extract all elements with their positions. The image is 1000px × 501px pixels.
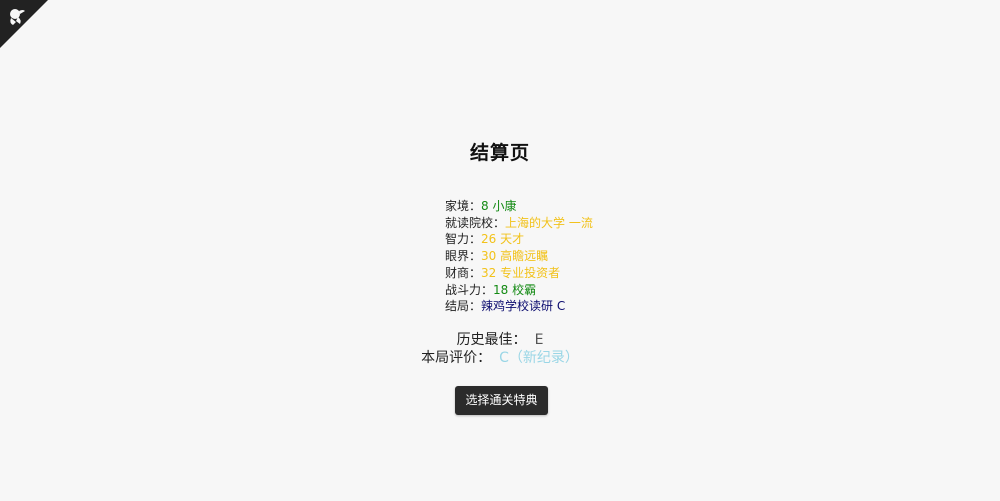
stat-combat: 战斗力：18 校霸 bbox=[445, 282, 593, 299]
stat-intelligence: 智力：26 天才 bbox=[445, 231, 593, 248]
best-score-label: 历史最佳： bbox=[456, 332, 527, 348]
current-score-value: C（新纪录） bbox=[499, 349, 579, 366]
stat-label: 财商： bbox=[445, 265, 482, 280]
stat-ending: 结局：辣鸡学校读研 C bbox=[445, 298, 593, 315]
stat-value: 上海的大学 一流 bbox=[505, 215, 593, 230]
page-title: 结算页 bbox=[469, 142, 530, 164]
github-corner-icon[interactable] bbox=[0, 0, 48, 48]
stat-label: 智力： bbox=[445, 232, 482, 247]
stat-label: 战斗力： bbox=[445, 282, 494, 297]
choose-perk-button[interactable]: 选择通关特典 bbox=[455, 386, 548, 415]
stat-value: 8 小康 bbox=[481, 199, 517, 213]
stat-label: 结局： bbox=[445, 299, 482, 314]
stat-school: 就读院校：上海的大学 一流 bbox=[445, 215, 593, 232]
summary: 历史最佳： E 本局评价： C（新纪录） bbox=[0, 332, 1000, 367]
stat-value: 18 校霸 bbox=[493, 282, 537, 297]
stat-label: 家境： bbox=[445, 199, 482, 213]
stat-family: 家境：8 小康 bbox=[445, 198, 593, 215]
stat-value: 辣鸡学校读研 C bbox=[481, 299, 566, 314]
stat-finance: 财商：32 专业投资者 bbox=[445, 265, 593, 282]
stat-vision: 眼界：30 高瞻远瞩 bbox=[445, 248, 593, 265]
stats-list: 家境：8 小康 就读院校：上海的大学 一流 智力：26 天才 眼界：30 高瞻远… bbox=[445, 198, 593, 315]
stat-value: 32 专业投资者 bbox=[481, 265, 561, 280]
current-score-label: 本局评价： bbox=[421, 349, 492, 366]
stat-label: 眼界： bbox=[445, 249, 482, 264]
best-score-row: 历史最佳： E bbox=[0, 332, 1000, 350]
stat-value: 26 天才 bbox=[481, 232, 525, 247]
best-score-value: E bbox=[534, 332, 544, 348]
stat-label: 就读院校： bbox=[445, 215, 506, 230]
stat-value: 30 高瞻远瞩 bbox=[481, 249, 549, 264]
current-score-row: 本局评价： C（新纪录） bbox=[0, 350, 1000, 368]
